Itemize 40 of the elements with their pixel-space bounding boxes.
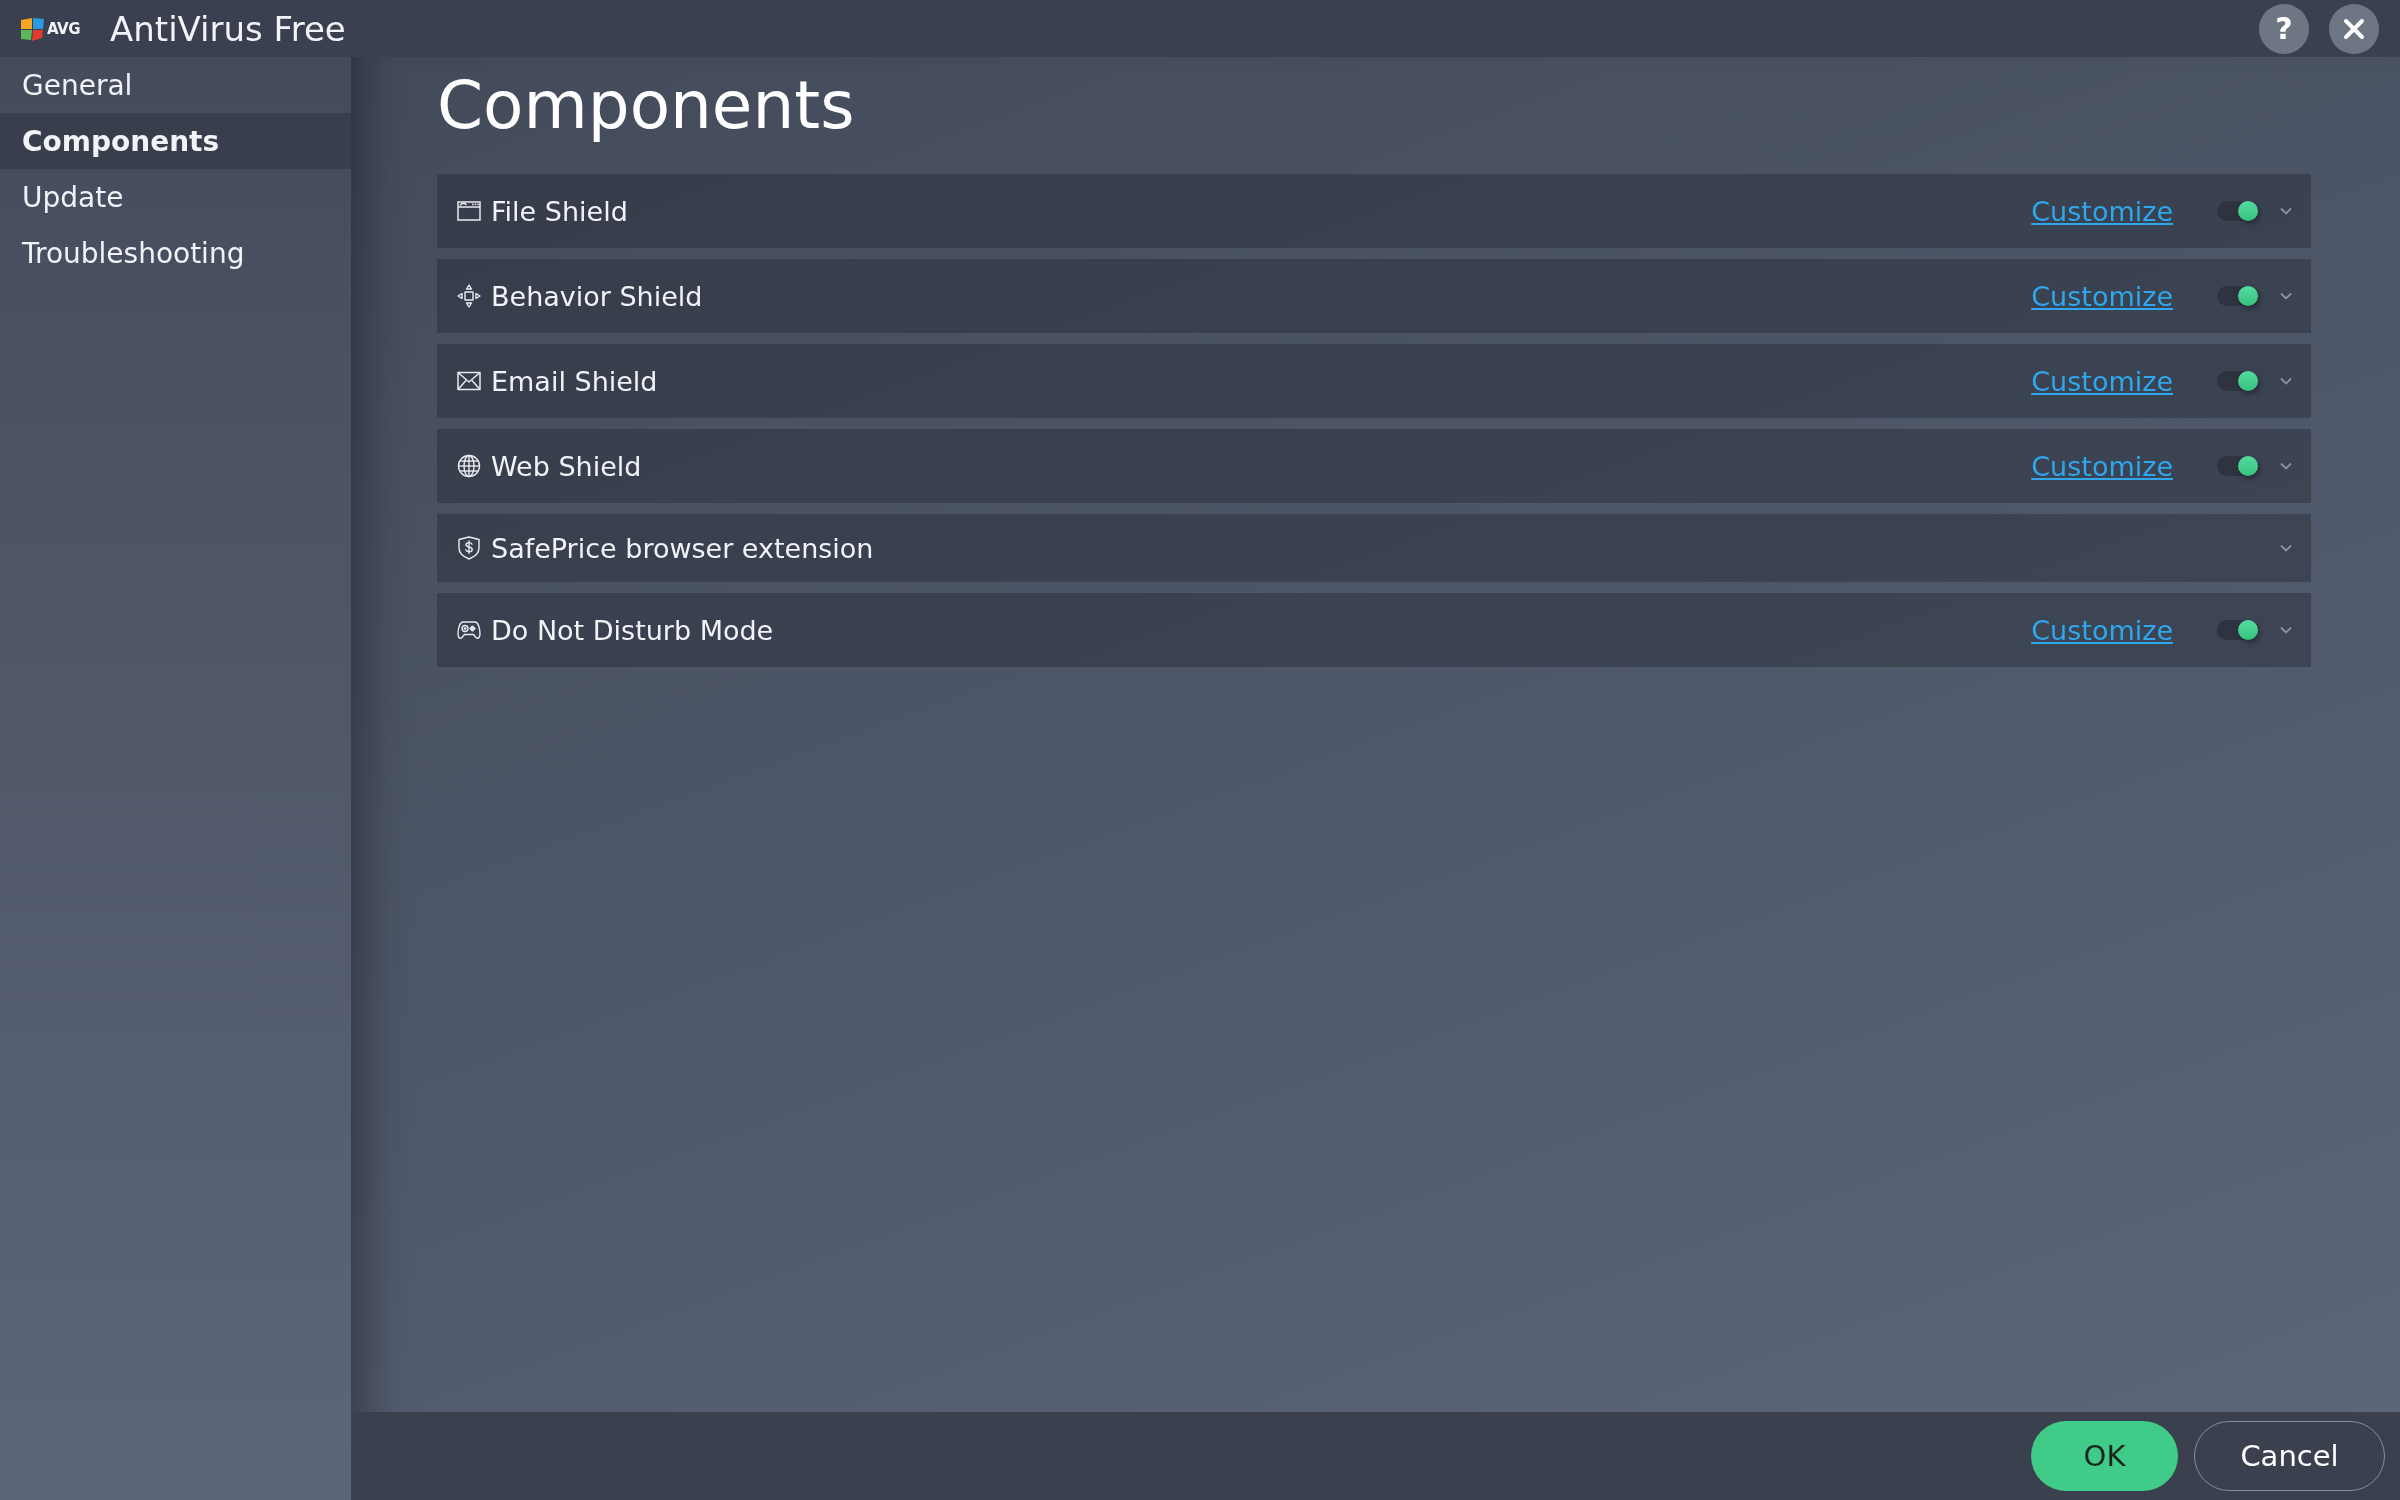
customize-link[interactable]: Customize bbox=[2031, 280, 2173, 312]
component-name: Web Shield bbox=[491, 450, 643, 482]
logo-text: AVG bbox=[47, 19, 80, 38]
close-button[interactable] bbox=[2329, 3, 2379, 54]
help-button[interactable]: ? bbox=[2259, 3, 2309, 54]
globe-icon bbox=[457, 454, 481, 478]
component-name: Email Shield bbox=[491, 365, 659, 397]
close-icon bbox=[2343, 17, 2365, 40]
toggle-switch[interactable] bbox=[2217, 371, 2258, 391]
chevron-down-icon[interactable] bbox=[2280, 462, 2292, 470]
ok-button[interactable]: OK bbox=[2031, 1421, 2178, 1491]
customize-link[interactable]: Customize bbox=[2031, 614, 2173, 646]
sidebar-item[interactable]: Troubleshooting bbox=[0, 225, 351, 281]
page-heading: Components bbox=[437, 66, 856, 146]
component-name: Do Not Disturb Mode bbox=[491, 614, 775, 646]
sidebar-item[interactable]: General bbox=[0, 57, 351, 113]
gamepad-icon bbox=[457, 618, 481, 642]
chevron-down-icon[interactable] bbox=[2280, 292, 2292, 300]
window-icon bbox=[457, 199, 481, 223]
arrows-square-icon bbox=[457, 284, 481, 308]
sidebar-item[interactable]: Components bbox=[0, 113, 351, 169]
component-name: File Shield bbox=[491, 195, 629, 227]
envelope-icon bbox=[457, 369, 481, 393]
component-name: SafePrice browser extension bbox=[491, 532, 875, 564]
component-name: Behavior Shield bbox=[491, 280, 704, 312]
customize-link[interactable]: Customize bbox=[2031, 450, 2173, 482]
toggle-switch[interactable] bbox=[2217, 286, 2258, 306]
shield-dollar-icon bbox=[457, 536, 481, 560]
logo-icon bbox=[20, 16, 45, 41]
sidebar-item[interactable]: Update bbox=[0, 169, 351, 225]
customize-link[interactable]: Customize bbox=[2031, 195, 2173, 227]
chevron-down-icon[interactable] bbox=[2280, 626, 2292, 634]
chevron-down-icon[interactable] bbox=[2280, 544, 2292, 552]
customize-link[interactable]: Customize bbox=[2031, 365, 2173, 397]
chevron-down-icon[interactable] bbox=[2280, 207, 2292, 215]
chevron-down-icon[interactable] bbox=[2280, 377, 2292, 385]
toggle-switch[interactable] bbox=[2217, 620, 2258, 640]
toggle-switch[interactable] bbox=[2217, 201, 2258, 221]
window-title: AntiVirus Free bbox=[110, 8, 346, 49]
toggle-switch[interactable] bbox=[2217, 456, 2258, 476]
